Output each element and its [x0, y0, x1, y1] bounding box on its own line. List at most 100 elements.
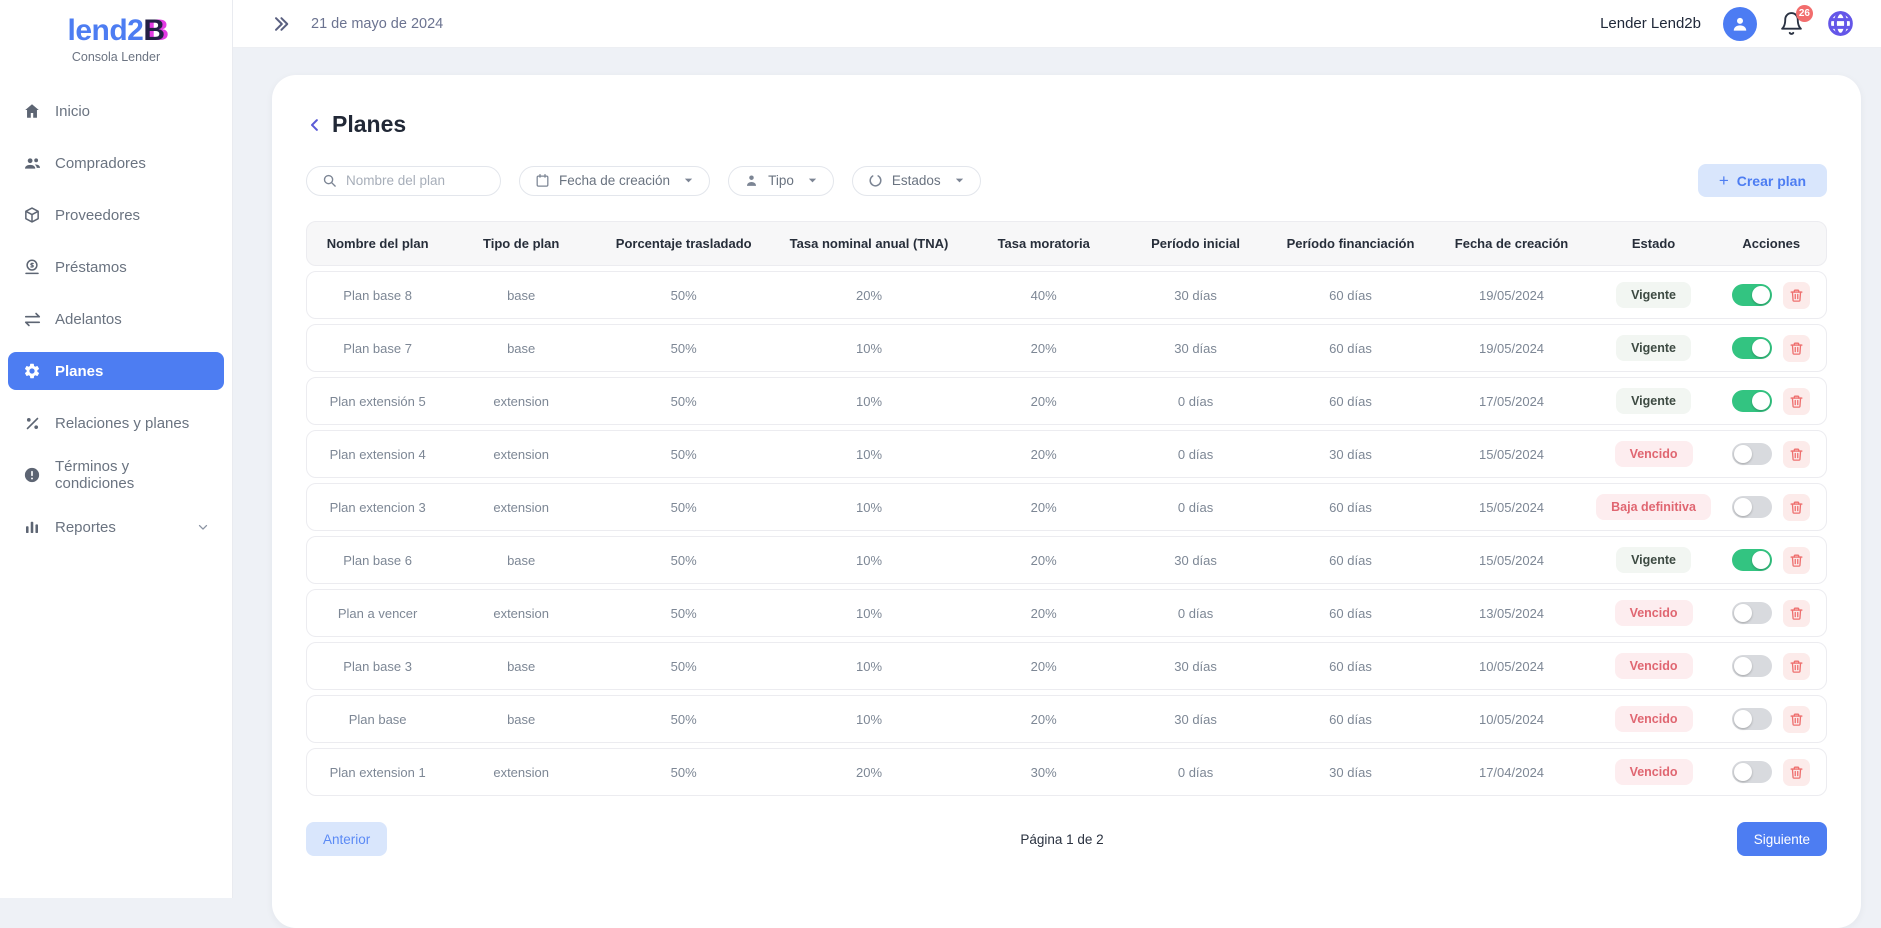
column-header: Período financiación — [1268, 236, 1432, 251]
bar-chart-icon — [22, 517, 42, 537]
cell-moratoria: 20% — [965, 712, 1123, 727]
status-badge: Vencido — [1615, 759, 1693, 785]
cell-tipo: base — [448, 288, 594, 303]
user-avatar[interactable] — [1723, 7, 1757, 41]
cell-fecha: 10/05/2024 — [1433, 659, 1591, 674]
cell-fecha: 19/05/2024 — [1433, 341, 1591, 356]
cell-tipo: extension — [448, 765, 594, 780]
cell-financiacion: 60 días — [1268, 341, 1432, 356]
table-row: Plan extencion 3extension50%10%20%0 días… — [306, 483, 1827, 531]
row-active-toggle[interactable] — [1732, 390, 1772, 412]
toggle-knob — [1734, 710, 1752, 728]
cell-inicial: 0 días — [1123, 447, 1269, 462]
column-header: Fecha de creación — [1433, 236, 1591, 251]
sidebar-item-planes[interactable]: Planes — [8, 352, 224, 390]
cell-fecha: 15/05/2024 — [1433, 447, 1591, 462]
cell-financiacion: 60 días — [1268, 500, 1432, 515]
row-active-toggle[interactable] — [1732, 549, 1772, 571]
cell-financiacion: 30 días — [1268, 447, 1432, 462]
notifications-button[interactable]: 26 — [1779, 11, 1804, 36]
cell-tna: 10% — [773, 659, 964, 674]
delete-plan-button[interactable] — [1783, 441, 1810, 468]
delete-plan-button[interactable] — [1783, 706, 1810, 733]
cell-tipo: extension — [448, 447, 594, 462]
toggle-knob — [1734, 604, 1752, 622]
plans-table: Nombre del planTipo de planPorcentaje tr… — [306, 221, 1827, 796]
status-filter-label: Estados — [892, 173, 941, 188]
column-header: Nombre del plan — [307, 236, 448, 251]
calendar-icon — [535, 173, 550, 188]
sidebar-item-terminos-y-condiciones[interactable]: Términos y condiciones — [8, 456, 224, 494]
cell-nombre: Plan base 3 — [307, 659, 448, 674]
delete-plan-button[interactable] — [1783, 388, 1810, 415]
cell-acciones — [1717, 441, 1826, 468]
row-active-toggle[interactable] — [1732, 602, 1772, 624]
coin-icon — [22, 257, 42, 277]
double-chevron-right-icon[interactable] — [271, 14, 291, 34]
cell-nombre: Plan extension 1 — [307, 765, 448, 780]
home-icon — [22, 101, 42, 121]
logo-primary: lend2 — [67, 14, 143, 47]
row-active-toggle[interactable] — [1732, 337, 1772, 359]
cell-financiacion: 60 días — [1268, 659, 1432, 674]
delete-plan-button[interactable] — [1783, 335, 1810, 362]
toggle-knob — [1734, 763, 1752, 781]
table-row: Plan extension 1extension50%20%30%0 días… — [306, 748, 1827, 796]
sidebar-item-proveedores[interactable]: Proveedores — [8, 196, 224, 234]
cell-inicial: 0 días — [1123, 606, 1269, 621]
cell-estado: Vigente — [1591, 335, 1717, 361]
cell-porcentaje: 50% — [594, 341, 773, 356]
topbar: 21 de mayo de 2024 Lender Lend2b 26 — [233, 0, 1881, 48]
sidebar-item-compradores[interactable]: Compradores — [8, 144, 224, 182]
creation-date-filter[interactable]: Fecha de creación — [519, 166, 710, 196]
cell-fecha: 15/05/2024 — [1433, 500, 1591, 515]
trash-icon — [1789, 712, 1804, 727]
row-active-toggle[interactable] — [1732, 761, 1772, 783]
sidebar-item-label: Proveedores — [55, 207, 140, 224]
sidebar-item-reportes[interactable]: Reportes — [8, 508, 224, 546]
delete-plan-button[interactable] — [1783, 494, 1810, 521]
cell-tipo: base — [448, 553, 594, 568]
search-input[interactable] — [346, 173, 485, 188]
status-filter[interactable]: Estados — [852, 166, 981, 196]
chevron-down-icon — [196, 520, 210, 534]
delete-plan-button[interactable] — [1783, 759, 1810, 786]
trash-icon — [1789, 447, 1804, 462]
row-active-toggle[interactable] — [1732, 284, 1772, 306]
row-active-toggle[interactable] — [1732, 496, 1772, 518]
row-active-toggle[interactable] — [1732, 655, 1772, 677]
delete-plan-button[interactable] — [1783, 282, 1810, 309]
cell-porcentaje: 50% — [594, 553, 773, 568]
trash-icon — [1789, 341, 1804, 356]
row-active-toggle[interactable] — [1732, 708, 1772, 730]
cell-nombre: Plan base 7 — [307, 341, 448, 356]
back-chevron-icon[interactable] — [306, 116, 324, 134]
type-filter[interactable]: Tipo — [728, 166, 834, 196]
cube-icon — [22, 205, 42, 225]
cell-porcentaje: 50% — [594, 288, 773, 303]
next-page-button[interactable]: Siguiente — [1737, 822, 1827, 856]
delete-plan-button[interactable] — [1783, 547, 1810, 574]
logo-text: lend2B — [67, 14, 164, 48]
delete-plan-button[interactable] — [1783, 653, 1810, 680]
status-badge: Vencido — [1615, 600, 1693, 626]
language-globe-button[interactable] — [1826, 9, 1855, 38]
previous-page-button[interactable]: Anterior — [306, 822, 387, 856]
sidebar-item-adelantos[interactable]: Adelantos — [8, 300, 224, 338]
plan-name-search[interactable] — [306, 166, 501, 196]
sidebar-item-relaciones-y-planes[interactable]: Relaciones y planes — [8, 404, 224, 442]
caret-down-icon — [807, 175, 818, 186]
cell-nombre: Plan extensión 5 — [307, 394, 448, 409]
content-card: Planes Fecha de creación Tipo — [272, 75, 1861, 928]
status-badge: Vencido — [1615, 653, 1693, 679]
delete-plan-button[interactable] — [1783, 600, 1810, 627]
status-badge: Vigente — [1616, 388, 1691, 414]
create-plan-button[interactable]: + Crear plan — [1698, 164, 1827, 197]
row-active-toggle[interactable] — [1732, 443, 1772, 465]
sidebar-item-label: Relaciones y planes — [55, 415, 189, 432]
sidebar-item-prestamos[interactable]: Préstamos — [8, 248, 224, 286]
cell-porcentaje: 50% — [594, 659, 773, 674]
cell-acciones — [1717, 494, 1826, 521]
sidebar-item-label: Compradores — [55, 155, 146, 172]
sidebar-item-inicio[interactable]: Inicio — [8, 92, 224, 130]
